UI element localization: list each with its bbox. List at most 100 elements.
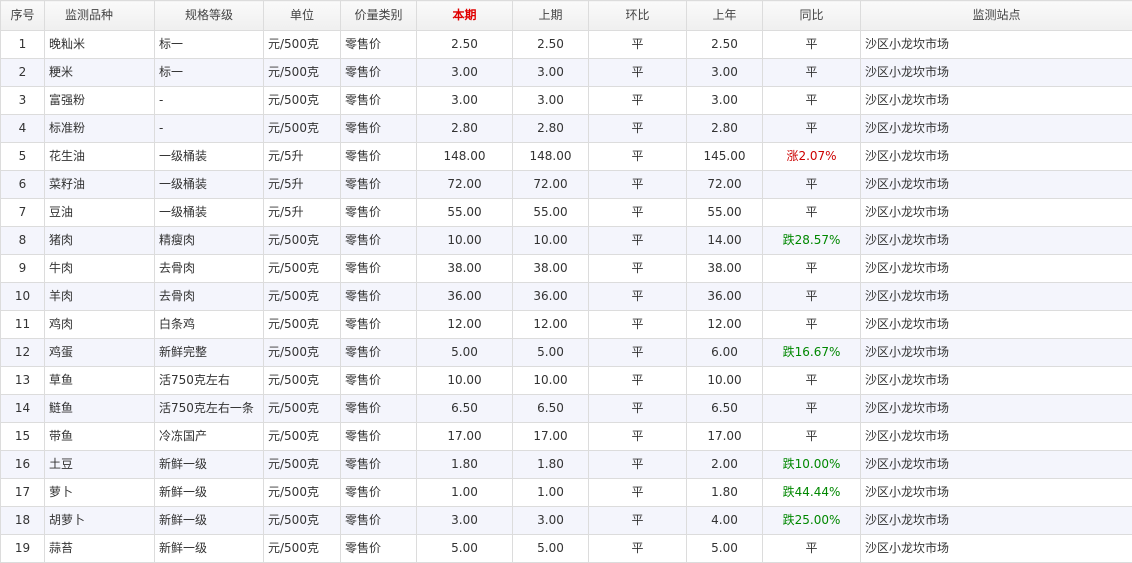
- table-body: 1晚籼米标一元/500克零售价2.502.50平2.50平沙区小龙坎市场2粳米标…: [1, 31, 1132, 563]
- cell-yoy: 跌44.44%: [763, 479, 861, 507]
- cell-site: 沙区小龙坎市场: [861, 87, 1132, 115]
- cell-no: 14: [1, 395, 45, 423]
- cell-yoy: 平: [763, 199, 861, 227]
- cell-no: 2: [1, 59, 45, 87]
- cell-previous: 1.80: [513, 451, 589, 479]
- cell-name: 鲢鱼: [45, 395, 155, 423]
- cell-no: 5: [1, 143, 45, 171]
- cell-yoy: 平: [763, 255, 861, 283]
- cell-name: 晚籼米: [45, 31, 155, 59]
- cell-type: 零售价: [341, 59, 417, 87]
- cell-unit: 元/500克: [264, 255, 341, 283]
- cell-unit: 元/500克: [264, 31, 341, 59]
- cell-previous: 55.00: [513, 199, 589, 227]
- cell-name: 猪肉: [45, 227, 155, 255]
- cell-unit: 元/500克: [264, 451, 341, 479]
- header-previous: 上期: [513, 1, 589, 31]
- cell-unit: 元/500克: [264, 311, 341, 339]
- cell-unit: 元/5升: [264, 199, 341, 227]
- table-row: 16土豆新鲜一级元/500克零售价1.801.80平2.00跌10.00%沙区小…: [1, 451, 1132, 479]
- cell-current: 36.00: [417, 283, 513, 311]
- table-row: 17萝卜新鲜一级元/500克零售价1.001.00平1.80跌44.44%沙区小…: [1, 479, 1132, 507]
- table-row: 8猪肉精瘦肉元/500克零售价10.0010.00平14.00跌28.57%沙区…: [1, 227, 1132, 255]
- cell-no: 8: [1, 227, 45, 255]
- cell-type: 零售价: [341, 227, 417, 255]
- table-row: 2粳米标一元/500克零售价3.003.00平3.00平沙区小龙坎市场: [1, 59, 1132, 87]
- cell-name: 鸡肉: [45, 311, 155, 339]
- cell-name: 土豆: [45, 451, 155, 479]
- cell-mom: 平: [589, 367, 687, 395]
- cell-spec: 去骨肉: [155, 255, 264, 283]
- cell-type: 零售价: [341, 423, 417, 451]
- cell-previous: 3.00: [513, 507, 589, 535]
- cell-last-year: 5.00: [687, 535, 763, 563]
- cell-spec: 标一: [155, 31, 264, 59]
- cell-previous: 1.00: [513, 479, 589, 507]
- cell-type: 零售价: [341, 283, 417, 311]
- cell-mom: 平: [589, 479, 687, 507]
- cell-current: 5.00: [417, 339, 513, 367]
- cell-site: 沙区小龙坎市场: [861, 283, 1132, 311]
- cell-type: 零售价: [341, 115, 417, 143]
- cell-mom: 平: [589, 255, 687, 283]
- table-row: 11鸡肉白条鸡元/500克零售价12.0012.00平12.00平沙区小龙坎市场: [1, 311, 1132, 339]
- header-unit: 单位: [264, 1, 341, 31]
- cell-yoy: 平: [763, 283, 861, 311]
- table-row: 3富强粉-元/500克零售价3.003.00平3.00平沙区小龙坎市场: [1, 87, 1132, 115]
- cell-type: 零售价: [341, 87, 417, 115]
- cell-name: 萝卜: [45, 479, 155, 507]
- cell-spec: 活750克左右一条: [155, 395, 264, 423]
- cell-current: 148.00: [417, 143, 513, 171]
- cell-last-year: 55.00: [687, 199, 763, 227]
- cell-site: 沙区小龙坎市场: [861, 255, 1132, 283]
- cell-last-year: 6.50: [687, 395, 763, 423]
- header-mom: 环比: [589, 1, 687, 31]
- cell-current: 6.50: [417, 395, 513, 423]
- cell-name: 豆油: [45, 199, 155, 227]
- header-site: 监测站点: [861, 1, 1132, 31]
- cell-spec: 一级桶装: [155, 199, 264, 227]
- cell-mom: 平: [589, 535, 687, 563]
- cell-name: 牛肉: [45, 255, 155, 283]
- cell-site: 沙区小龙坎市场: [861, 395, 1132, 423]
- cell-unit: 元/500克: [264, 115, 341, 143]
- cell-current: 2.80: [417, 115, 513, 143]
- cell-yoy: 平: [763, 311, 861, 339]
- table-row: 1晚籼米标一元/500克零售价2.502.50平2.50平沙区小龙坎市场: [1, 31, 1132, 59]
- cell-site: 沙区小龙坎市场: [861, 227, 1132, 255]
- cell-previous: 3.00: [513, 59, 589, 87]
- cell-unit: 元/500克: [264, 59, 341, 87]
- cell-current: 3.00: [417, 59, 513, 87]
- cell-yoy: 平: [763, 87, 861, 115]
- cell-mom: 平: [589, 339, 687, 367]
- cell-unit: 元/500克: [264, 283, 341, 311]
- table-row: 15带鱼冷冻国产元/500克零售价17.0017.00平17.00平沙区小龙坎市…: [1, 423, 1132, 451]
- cell-mom: 平: [589, 395, 687, 423]
- cell-type: 零售价: [341, 507, 417, 535]
- cell-previous: 5.00: [513, 535, 589, 563]
- cell-spec: 一级桶装: [155, 143, 264, 171]
- cell-last-year: 14.00: [687, 227, 763, 255]
- cell-spec: 去骨肉: [155, 283, 264, 311]
- cell-mom: 平: [589, 31, 687, 59]
- cell-type: 零售价: [341, 199, 417, 227]
- cell-previous: 72.00: [513, 171, 589, 199]
- cell-spec: -: [155, 115, 264, 143]
- cell-previous: 5.00: [513, 339, 589, 367]
- cell-name: 胡萝卜: [45, 507, 155, 535]
- cell-previous: 2.50: [513, 31, 589, 59]
- cell-type: 零售价: [341, 535, 417, 563]
- cell-yoy: 涨2.07%: [763, 143, 861, 171]
- header-name: 监测品种: [45, 1, 155, 31]
- cell-spec: 新鲜一级: [155, 507, 264, 535]
- table-row: 6菜籽油一级桶装元/5升零售价72.0072.00平72.00平沙区小龙坎市场: [1, 171, 1132, 199]
- cell-last-year: 10.00: [687, 367, 763, 395]
- cell-name: 羊肉: [45, 283, 155, 311]
- cell-last-year: 4.00: [687, 507, 763, 535]
- cell-unit: 元/500克: [264, 535, 341, 563]
- cell-name: 花生油: [45, 143, 155, 171]
- cell-name: 标准粉: [45, 115, 155, 143]
- cell-last-year: 36.00: [687, 283, 763, 311]
- cell-no: 16: [1, 451, 45, 479]
- cell-no: 12: [1, 339, 45, 367]
